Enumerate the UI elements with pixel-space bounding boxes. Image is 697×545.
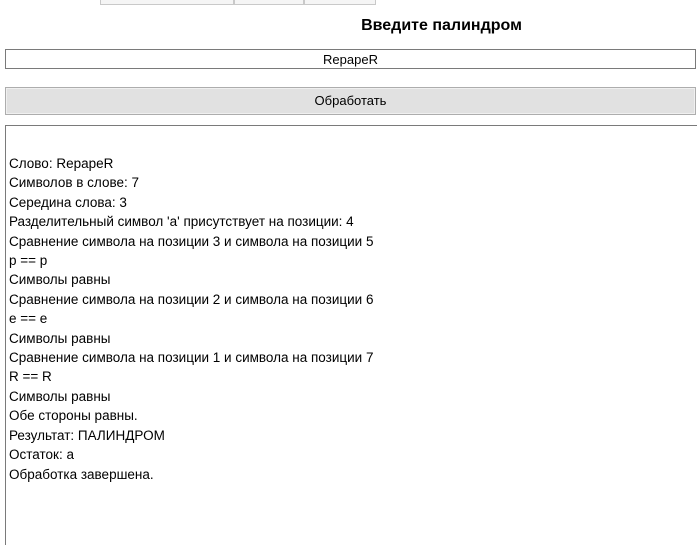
output-line: Обработка завершена. — [9, 466, 154, 482]
palindrome-app-window: Введите палиндром Обработать Слово: Repa… — [0, 0, 697, 545]
output-line: Сравнение символа на позиции 1 и символа… — [9, 350, 374, 366]
palindrome-input[interactable] — [5, 49, 696, 69]
output-textarea[interactable]: Слово: RepapeR Символов в слове: 7 Серед… — [5, 125, 697, 545]
output-line: Результат: ПАЛИНДРОМ — [9, 427, 165, 443]
process-button[interactable]: Обработать — [5, 87, 696, 115]
tab-2[interactable] — [234, 0, 304, 5]
output-line: Середина слова: 3 — [9, 194, 127, 210]
tab-3[interactable] — [304, 0, 376, 5]
output-line: p == p — [9, 253, 48, 269]
output-line: Символы равны — [9, 330, 111, 346]
output-line: Сравнение символа на позиции 3 и символа… — [9, 233, 374, 249]
output-line: R == R — [9, 369, 52, 385]
page-title: Введите палиндром — [361, 17, 522, 34]
output-line: e == e — [9, 311, 48, 327]
output-line: Остаток: a — [9, 447, 74, 463]
tab-1[interactable] — [100, 0, 234, 5]
output-line: Символы равны — [9, 388, 111, 404]
output-line: Символы равны — [9, 272, 111, 288]
output-line: Сравнение символа на позиции 2 и символа… — [9, 291, 374, 307]
output-line: Разделительный символ 'a' присутствует н… — [9, 214, 354, 230]
output-line: Символов в слове: 7 — [9, 175, 140, 191]
tab-strip — [0, 0, 697, 6]
output-line: Обе стороны равны. — [9, 408, 138, 424]
output-line: Слово: RepapeR — [9, 156, 114, 171]
